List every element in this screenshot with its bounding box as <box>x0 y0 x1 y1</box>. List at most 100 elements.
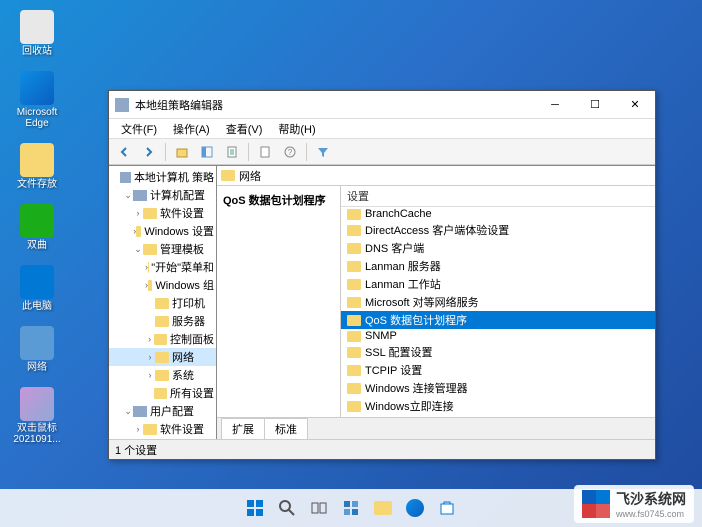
search-button[interactable] <box>273 494 301 522</box>
maximize-button[interactable]: ☐ <box>575 91 615 119</box>
svg-text:?: ? <box>288 148 293 157</box>
tree-network[interactable]: ›网络 <box>109 348 216 366</box>
tree-system[interactable]: ›系统 <box>109 366 216 384</box>
tree-windows-settings[interactable]: ›Windows 设置 <box>109 222 216 240</box>
list-item-label: DNS 客户端 <box>365 240 424 256</box>
help-button[interactable]: ? <box>279 142 301 162</box>
desktop-icon-network[interactable]: 网络 <box>12 326 62 373</box>
watermark-logo-icon <box>582 490 610 518</box>
watermark-url: www.fs0745.com <box>616 509 686 519</box>
list-item[interactable]: BranchCache <box>341 207 655 221</box>
tree-root[interactable]: 本地计算机 策略 <box>109 168 216 186</box>
watermark-text: 飞沙系统网 <box>616 489 686 509</box>
show-hide-button[interactable] <box>196 142 218 162</box>
start-button[interactable] <box>241 494 269 522</box>
back-button[interactable] <box>113 142 135 162</box>
policy-icon <box>120 172 130 183</box>
list-item-label: SNMP <box>365 330 397 342</box>
folder-icon <box>347 279 361 290</box>
tree-pane[interactable]: 本地计算机 策略 ⌄计算机配置 ›软件设置 ›Windows 设置 ⌄管理模板 … <box>109 166 217 439</box>
folder-icon <box>155 352 169 363</box>
folder-icon <box>154 388 167 399</box>
separator <box>165 143 166 161</box>
list-item[interactable]: DNS 客户端 <box>341 239 655 257</box>
separator <box>306 143 307 161</box>
status-text: 1 个设置 <box>115 445 157 457</box>
desktop-icon-anime[interactable]: 双击鼠标 2021091... <box>12 387 62 445</box>
properties-button[interactable] <box>254 142 276 162</box>
list-item-label: Microsoft 对等网络服务 <box>365 294 479 310</box>
list-item[interactable]: Lanman 服务器 <box>341 257 655 275</box>
tree-software-settings[interactable]: ›软件设置 <box>109 204 216 222</box>
folder-icon <box>155 298 169 309</box>
folder-icon <box>20 143 54 177</box>
tree-user-config[interactable]: ⌄用户配置 <box>109 402 216 420</box>
explorer-button[interactable] <box>369 494 397 522</box>
folder-icon <box>347 365 361 376</box>
list-item[interactable]: SNMP <box>341 329 655 343</box>
list-item[interactable]: QoS 数据包计划程序 <box>341 311 655 329</box>
menu-view[interactable]: 查看(V) <box>218 119 271 139</box>
list-pane[interactable]: 设置 BranchCache DirectAccess 客户端体验设置 DNS 客户… <box>341 186 655 417</box>
folder-icon <box>347 243 361 254</box>
tree-start-menu[interactable]: ›"开始"菜单和 <box>109 258 216 276</box>
store-button[interactable] <box>433 494 461 522</box>
folder-icon <box>148 280 152 291</box>
export-button[interactable] <box>221 142 243 162</box>
edge-taskbar-button[interactable] <box>401 494 429 522</box>
content-area: 本地计算机 策略 ⌄计算机配置 ›软件设置 ›Windows 设置 ⌄管理模板 … <box>109 165 655 439</box>
list-item-label: TCPIP 设置 <box>365 362 422 378</box>
widgets-button[interactable] <box>337 494 365 522</box>
titlebar[interactable]: 本地组策略编辑器 ─ ☐ ✕ <box>109 91 655 119</box>
tree-computer-config[interactable]: ⌄计算机配置 <box>109 186 216 204</box>
tab-extended[interactable]: 扩展 <box>221 418 265 439</box>
close-button[interactable]: ✕ <box>615 91 655 119</box>
tree-all-settings[interactable]: 所有设置 <box>109 384 216 402</box>
menu-action[interactable]: 操作(A) <box>165 119 218 139</box>
filter-button[interactable] <box>312 142 334 162</box>
desktop-icon-recycle-bin[interactable]: 回收站 <box>12 10 62 57</box>
folder-icon <box>347 383 361 394</box>
list-item-label: Lanman 服务器 <box>365 258 441 274</box>
tree-control-panel[interactable]: ›控制面板 <box>109 330 216 348</box>
window-title: 本地组策略编辑器 <box>135 97 535 113</box>
tree-windows-components[interactable]: ›Windows 组 <box>109 276 216 294</box>
gpedit-window: 本地组策略编辑器 ─ ☐ ✕ 文件(F) 操作(A) 查看(V) 帮助(H) ? <box>108 90 656 460</box>
minimize-button[interactable]: ─ <box>535 91 575 119</box>
list-item[interactable]: Windows 连接管理器 <box>341 379 655 397</box>
list-header[interactable]: 设置 <box>341 186 655 207</box>
tree-admin-templates[interactable]: ⌄管理模板 <box>109 240 216 258</box>
menubar: 文件(F) 操作(A) 查看(V) 帮助(H) <box>109 119 655 139</box>
desktop-icon-edge[interactable]: Microsoft Edge <box>12 71 62 129</box>
list-item-label: Windows立即连接 <box>365 398 454 414</box>
list-item[interactable]: TCPIP 设置 <box>341 361 655 379</box>
folder-icon <box>347 209 361 220</box>
list-item[interactable]: Microsoft 对等网络服务 <box>341 293 655 311</box>
folder-icon <box>154 334 167 345</box>
tab-standard[interactable]: 标准 <box>264 418 308 439</box>
list-item[interactable]: SSL 配置设置 <box>341 343 655 361</box>
up-button[interactable] <box>171 142 193 162</box>
tree-printers[interactable]: 打印机 <box>109 294 216 312</box>
desktop-icon-this-pc[interactable]: 此电脑 <box>12 265 62 312</box>
tree-server[interactable]: 服务器 <box>109 312 216 330</box>
recycle-bin-icon <box>20 10 54 44</box>
list-item[interactable]: DirectAccess 客户端体验设置 <box>341 221 655 239</box>
app-icon <box>115 98 129 112</box>
list-item-label: BranchCache <box>365 208 432 220</box>
tree-user-software[interactable]: ›软件设置 <box>109 420 216 438</box>
task-view-button[interactable] <box>305 494 333 522</box>
menu-file[interactable]: 文件(F) <box>113 119 165 139</box>
list-item[interactable]: Windows立即连接 <box>341 397 655 415</box>
list-item[interactable]: Lanman 工作站 <box>341 275 655 293</box>
list-item-label: DirectAccess 客户端体验设置 <box>365 222 509 238</box>
forward-button[interactable] <box>138 142 160 162</box>
desktop-icon-file-storage[interactable]: 文件存放 <box>12 143 62 190</box>
tab-strip: 扩展 标准 <box>217 417 655 439</box>
folder-icon <box>347 331 361 342</box>
folder-icon <box>143 244 157 255</box>
status-bar: 1 个设置 <box>109 439 655 459</box>
desktop-icon-wechat[interactable]: 双曲 <box>12 204 62 251</box>
menu-help[interactable]: 帮助(H) <box>270 119 323 139</box>
network-icon <box>20 326 54 360</box>
